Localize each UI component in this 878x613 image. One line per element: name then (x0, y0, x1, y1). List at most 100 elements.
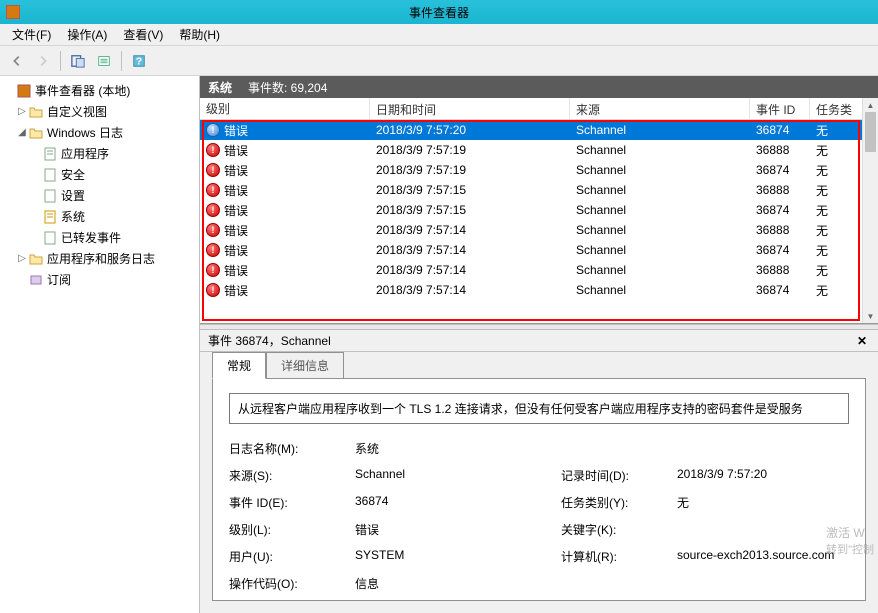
col-source[interactable]: 来源 (570, 98, 750, 119)
label-eventid: 事件 ID(E): (229, 494, 349, 511)
tree-root[interactable]: 事件查看器 (本地) (2, 80, 197, 101)
event-grid: 级别 日期和时间 来源 事件 ID 任务类别 !错误2018/3/9 7:57:… (200, 98, 878, 324)
grid-rows[interactable]: !错误2018/3/9 7:57:20Schannel36874无!错误2018… (200, 120, 878, 323)
log-icon (43, 231, 57, 245)
table-row[interactable]: !错误2018/3/9 7:57:19Schannel36874无 (200, 160, 878, 180)
tree-setup[interactable]: 设置 (2, 185, 197, 206)
tree-label: 订阅 (47, 271, 71, 288)
label-logname: 日志名称(M): (229, 440, 349, 457)
label-logged: 记录时间(D): (561, 467, 671, 484)
col-eventid[interactable]: 事件 ID (750, 98, 810, 119)
col-category[interactable]: 任务类别 (810, 98, 870, 119)
tree-forwarded[interactable]: 已转发事件 (2, 227, 197, 248)
table-row[interactable]: !错误2018/3/9 7:57:14Schannel36874无 (200, 240, 878, 260)
label-keywords: 关键字(K): (561, 521, 671, 538)
cell-datetime: 2018/3/9 7:57:14 (370, 243, 570, 257)
list-header: 系统 事件数: 69,204 (200, 76, 878, 98)
cell-level: 错误 (224, 262, 248, 279)
tree-label: 自定义视图 (47, 103, 107, 120)
table-row[interactable]: !错误2018/3/9 7:57:15Schannel36888无 (200, 180, 878, 200)
cell-level: 错误 (224, 282, 248, 299)
tab-details[interactable]: 详细信息 (266, 352, 344, 379)
col-datetime[interactable]: 日期和时间 (370, 98, 570, 119)
error-icon: ! (206, 243, 220, 257)
list-icon (97, 54, 111, 68)
menu-help[interactable]: 帮助(H) (171, 23, 228, 46)
tab-general[interactable]: 常规 (212, 352, 266, 379)
tree-application[interactable]: 应用程序 (2, 143, 197, 164)
tree-label: 已转发事件 (61, 229, 121, 246)
value-level: 错误 (355, 521, 555, 538)
table-row[interactable]: !错误2018/3/9 7:57:14Schannel36888无 (200, 260, 878, 280)
tree-security[interactable]: 安全 (2, 164, 197, 185)
cell-eventid: 36874 (750, 123, 810, 137)
cell-source: Schannel (570, 263, 750, 277)
tree-label: Windows 日志 (47, 124, 123, 141)
table-row[interactable]: !错误2018/3/9 7:57:14Schannel36888无 (200, 220, 878, 240)
error-icon: ! (206, 183, 220, 197)
cell-eventid: 36888 (750, 263, 810, 277)
cell-source: Schannel (570, 243, 750, 257)
table-row[interactable]: !错误2018/3/9 7:57:14Schannel36874无 (200, 280, 878, 300)
value-keywords (677, 521, 849, 538)
cell-datetime: 2018/3/9 7:57:14 (370, 283, 570, 297)
back-button[interactable] (6, 50, 28, 72)
table-row[interactable]: !错误2018/3/9 7:57:15Schannel36874无 (200, 200, 878, 220)
cell-datetime: 2018/3/9 7:57:19 (370, 143, 570, 157)
arrow-left-icon (10, 54, 24, 68)
detail-panel: 从远程客户端应用程序收到一个 TLS 1.2 连接请求，但没有任何受客户端应用程… (212, 378, 866, 601)
cell-category: 无 (810, 202, 870, 219)
value-category: 无 (677, 494, 849, 511)
table-row[interactable]: !错误2018/3/9 7:57:19Schannel36888无 (200, 140, 878, 160)
cell-level: 错误 (224, 222, 248, 239)
error-icon: ! (206, 263, 220, 277)
cell-category: 无 (810, 262, 870, 279)
scroll-thumb[interactable] (865, 112, 876, 152)
nav-tree[interactable]: 事件查看器 (本地) ▷自定义视图 ◢Windows 日志 应用程序 安全 设置… (0, 76, 200, 613)
scroll-down-icon[interactable]: ▼ (863, 309, 878, 323)
cell-source: Schannel (570, 123, 750, 137)
scroll-up-icon[interactable]: ▲ (863, 98, 878, 112)
help-button[interactable]: ? (128, 50, 150, 72)
close-detail-button[interactable]: ✕ (854, 333, 870, 349)
menu-file[interactable]: 文件(F) (4, 23, 59, 46)
detail-title: 事件 36874，Schannel (208, 332, 331, 349)
tree-label: 安全 (61, 166, 85, 183)
tree-custom-views[interactable]: ▷自定义视图 (2, 101, 197, 122)
cell-level: 错误 (224, 182, 248, 199)
separator (60, 51, 61, 71)
value-logname: 系统 (355, 440, 555, 457)
tree-label: 应用程序 (61, 145, 109, 162)
tree-label: 系统 (61, 208, 85, 225)
separator (121, 51, 122, 71)
cell-datetime: 2018/3/9 7:57:20 (370, 123, 570, 137)
grid-header[interactable]: 级别 日期和时间 来源 事件 ID 任务类别 (200, 98, 878, 120)
tree-system[interactable]: 系统 (2, 206, 197, 227)
event-properties: 日志名称(M):系统 来源(S):Schannel 记录时间(D):2018/3… (229, 440, 849, 601)
vertical-scrollbar[interactable]: ▲ ▼ (862, 98, 878, 323)
cell-level: 错误 (224, 242, 248, 259)
log-icon (43, 168, 57, 182)
cell-datetime: 2018/3/9 7:57:14 (370, 223, 570, 237)
tree-appsvc-logs[interactable]: ▷应用程序和服务日志 (2, 248, 197, 269)
label-level: 级别(L): (229, 521, 349, 538)
properties-button[interactable] (93, 50, 115, 72)
tree-subscriptions[interactable]: 订阅 (2, 269, 197, 290)
value-user: SYSTEM (355, 548, 555, 565)
log-icon (43, 189, 57, 203)
forward-button[interactable] (32, 50, 54, 72)
detail-tabs: 常规 详细信息 (200, 352, 878, 378)
window-title: 事件查看器 (409, 4, 469, 21)
table-row[interactable]: !错误2018/3/9 7:57:20Schannel36874无 (200, 120, 878, 140)
cell-eventid: 36888 (750, 143, 810, 157)
col-level[interactable]: 级别 (200, 98, 370, 119)
label-opcode: 操作代码(O): (229, 575, 349, 592)
error-icon: ! (206, 163, 220, 177)
cell-datetime: 2018/3/9 7:57:15 (370, 183, 570, 197)
show-hide-button[interactable] (67, 50, 89, 72)
label-category: 任务类别(Y): (561, 494, 671, 511)
tree-windows-logs[interactable]: ◢Windows 日志 (2, 122, 197, 143)
error-icon: ! (206, 283, 220, 297)
menu-view[interactable]: 查看(V) (115, 23, 171, 46)
menu-action[interactable]: 操作(A) (59, 23, 115, 46)
